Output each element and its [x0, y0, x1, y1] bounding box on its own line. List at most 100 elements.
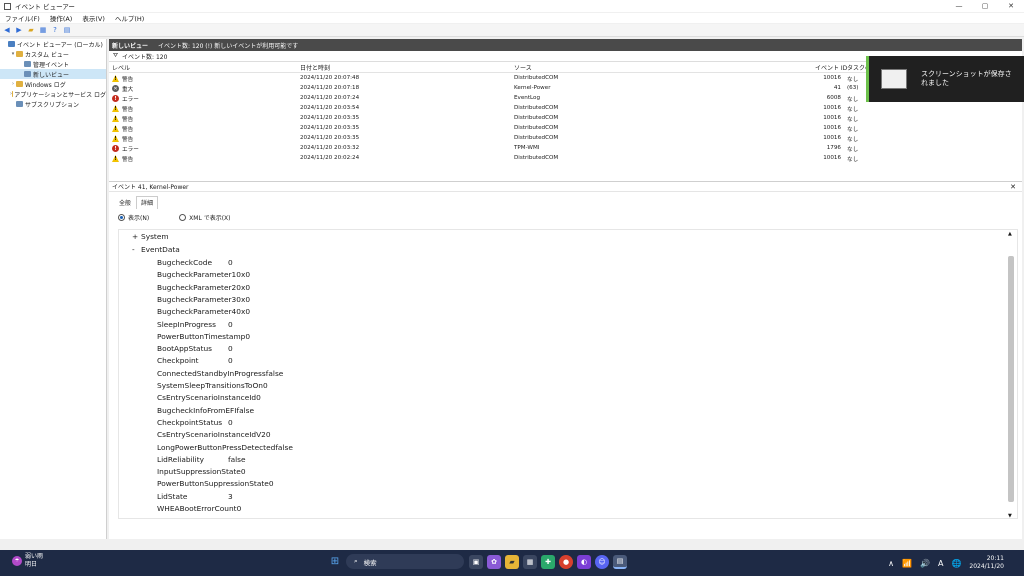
field-value: false [275, 442, 293, 452]
photos-icon[interactable]: ◐ [577, 554, 591, 569]
warning-icon: ! [112, 155, 119, 162]
field-value: 0 [262, 381, 268, 390]
event-id: 10016 [823, 105, 841, 111]
help-icon[interactable]: ? [50, 25, 60, 35]
taskbar-search[interactable]: ⌕ 検索 [346, 554, 464, 569]
table-row[interactable]: ! エラー 2024/11/20 20:03:32 TPM-WMI なし 1796 [109, 143, 869, 153]
close-button[interactable]: ✕ [998, 0, 1024, 12]
radio-xml-view[interactable] [179, 214, 187, 221]
app-icon-green[interactable]: ✚ [541, 554, 555, 569]
eventdata-row: LidState 3 [157, 492, 233, 501]
tree-item-label: アプリケーションとサービス ログ [14, 91, 106, 99]
radio-friendly-view[interactable] [118, 214, 125, 221]
field-value: 0 [228, 258, 233, 267]
field-value: 0 [228, 417, 233, 427]
folder-icon[interactable]: ▰ [26, 25, 36, 35]
system-toggle[interactable]: + [132, 232, 138, 241]
scroll-up-icon[interactable]: ▲ [1008, 231, 1012, 237]
folder-icon [24, 71, 31, 77]
event-id: 10016 [823, 125, 841, 131]
table-row[interactable]: ! 警告 2024/11/20 20:07:48 DistributedCOM なし 10… [109, 73, 869, 83]
minimize-button[interactable]: — [946, 0, 972, 12]
menu-view[interactable]: 表示(V) [77, 13, 110, 23]
tree-item[interactable]: ▾ カスタム ビュー [0, 49, 106, 59]
tree-item-label: イベント ビューアー (ローカル) [17, 41, 103, 49]
detail-close-icon[interactable]: ✕ [1010, 183, 1016, 191]
start-icon[interactable]: ⊞ [328, 555, 342, 569]
forward-icon[interactable]: ▶ [14, 25, 24, 35]
back-icon[interactable]: ◀ [2, 25, 12, 35]
table-row[interactable]: ! 警告 2024/11/20 20:03:35 DistributedCOM なし 10… [109, 133, 869, 143]
scrollbar-thumb[interactable] [1008, 256, 1014, 502]
eventdata-row: BugcheckParameter40x0 [157, 307, 250, 316]
tray-overflow-icon[interactable]: ∧ [888, 559, 894, 568]
tab-details[interactable]: 詳細 [136, 196, 159, 209]
event-source: Kernel-Power [514, 85, 551, 91]
eventdata-section-label: EventData [141, 245, 180, 254]
tree-item[interactable]: › Windows ログ [0, 79, 106, 89]
event-level: 警告 [122, 77, 134, 83]
discord-icon[interactable]: ☺ [595, 554, 609, 569]
col-event-id[interactable]: イベント ID [815, 63, 847, 72]
language-icon[interactable]: 🌐 [951, 559, 961, 568]
col-level[interactable]: レベル [112, 63, 130, 72]
console-tree-icon[interactable]: ▦ [38, 25, 48, 35]
copilot-icon[interactable]: ✿ [487, 554, 501, 569]
field-name: PowerButtonTimestamp [157, 331, 246, 341]
tree-item-label: カスタム ビュー [25, 51, 69, 59]
event-viewer-taskbar-icon[interactable]: ▤ [613, 554, 627, 569]
table-row[interactable]: ! 警告 2024/11/20 20:03:54 DistributedCOM なし 10… [109, 103, 869, 113]
task-view-icon[interactable]: ▣ [469, 554, 483, 569]
properties-icon[interactable]: ▤ [62, 25, 72, 35]
event-source: EventLog [514, 95, 541, 101]
event-source: DistributedCOM [514, 115, 559, 121]
scroll-down-icon[interactable]: ▼ [1008, 513, 1012, 519]
eventdata-toggle[interactable]: - [132, 245, 135, 254]
event-data-pane: + System - EventData BugcheckCode 0 Bugche… [118, 229, 1018, 519]
filter-count: イベント数: 120 [122, 53, 168, 61]
event-source: DistributedCOM [514, 105, 559, 111]
table-row[interactable]: ! 警告 2024/11/20 20:03:35 DistributedCOM なし 10… [109, 113, 869, 123]
scrollbar[interactable]: ▲ ▼ [1007, 231, 1015, 519]
menu-help[interactable]: ヘルプ(H) [110, 13, 149, 23]
wifi-icon[interactable]: 📶 [902, 559, 912, 568]
field-value: false [228, 454, 246, 464]
table-row[interactable]: ! 警告 2024/11/20 20:03:35 DistributedCOM なし 10… [109, 123, 869, 133]
field-name: CsEntryScenarioInstanceIdV2 [157, 430, 266, 440]
ime-icon[interactable]: A [938, 559, 943, 568]
filter-icon[interactable]: ⛛ [113, 52, 118, 60]
file-explorer-icon[interactable]: ▰ [505, 554, 519, 569]
event-category: なし [847, 107, 859, 113]
taskbar-apps: ⊞ ⌕ 検索 ▣ ✿ ▰ ▦ ✚ ● ◐ ☺ ▤ [328, 554, 631, 569]
store-icon[interactable]: ▦ [523, 554, 537, 569]
taskbar-clock[interactable]: 20:11 2024/11/20 [969, 555, 1004, 571]
system-tray: ∧ 📶 🔊 A 🌐 20:11 2024/11/20 [888, 553, 1024, 573]
table-row[interactable]: ! 警告 2024/11/20 20:02:24 DistributedCOM なし 10… [109, 153, 869, 163]
menu-action[interactable]: 操作(A) [45, 13, 78, 23]
screenshot-toast[interactable]: スクリーンショットが保存されました [866, 56, 1024, 102]
tree-item[interactable]: イベント ビューアー (ローカル) [0, 39, 106, 49]
tree-item[interactable]: 新しいビュー [0, 69, 106, 79]
event-datetime: 2024/11/20 20:03:54 [300, 105, 360, 111]
tree-item[interactable]: サブスクリプション [0, 99, 106, 109]
eventdata-row: BootAppStatus 0 [157, 344, 233, 353]
table-row[interactable]: ! エラー 2024/11/20 20:07:24 EventLog なし 6008 [109, 93, 869, 103]
event-level: 警告 [122, 107, 134, 113]
volume-icon[interactable]: 🔊 [920, 559, 930, 568]
maximize-button[interactable]: ▢ [972, 0, 998, 12]
eventdata-row: LidReliability false [157, 455, 246, 464]
col-source[interactable]: ソース [514, 63, 532, 72]
tree-item[interactable]: › アプリケーションとサービス ログ [0, 89, 106, 99]
table-row[interactable]: ✕ 重大 2024/11/20 20:07:18 Kernel-Power (63) 41 [109, 83, 869, 93]
error-icon: ! [112, 95, 119, 102]
weather-widget[interactable]: ☂ 弱い雨 明日 [12, 553, 43, 569]
critical-icon: ✕ [112, 85, 119, 92]
menu-file[interactable]: ファイル(F) [0, 13, 45, 23]
search-placeholder: 検索 [363, 558, 377, 567]
event-level: エラー [122, 97, 139, 103]
col-datetime[interactable]: 日付と時刻 [300, 63, 330, 72]
chrome-icon[interactable]: ● [559, 554, 573, 569]
tab-general[interactable]: 全般 [114, 196, 136, 209]
tree-item[interactable]: 管理イベント [0, 59, 106, 69]
field-name: CsEntryScenarioInstanceId [157, 393, 257, 403]
